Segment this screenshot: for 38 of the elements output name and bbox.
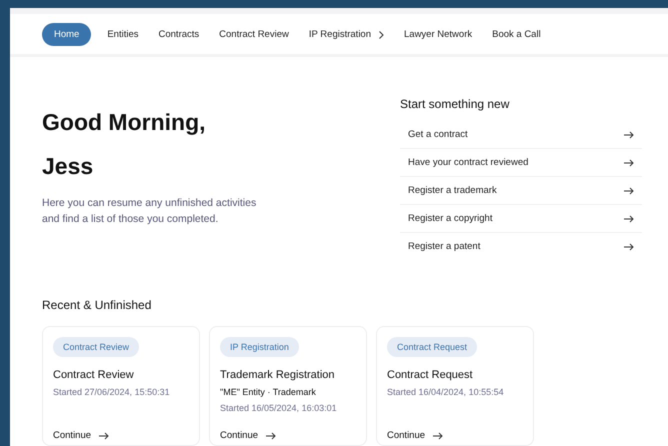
section-title: Start something new [400, 97, 510, 111]
arrow-right-icon [624, 130, 634, 138]
card-title: Trademark Registration [220, 369, 335, 381]
nav-tab[interactable]: Lawyer Network [396, 23, 480, 46]
arrow-right-icon [624, 242, 634, 250]
arrow-right-icon [624, 158, 634, 166]
section-title: Recent & Unfinished [42, 298, 152, 312]
start-option[interactable]: Register a patent [400, 233, 642, 260]
nav-tab[interactable]: Home [42, 23, 92, 46]
continue-link[interactable]: Continue [387, 426, 444, 441]
start-option[interactable]: Register a copyright [400, 205, 642, 233]
category-tag: IP Registration [220, 337, 299, 357]
intro-text: Here you can resume any unfinished activities and find a list of those you completed. [42, 196, 258, 227]
category-tag: Contract Request [387, 337, 478, 357]
nav-tab[interactable]: IP Registration [300, 23, 392, 46]
continue-link[interactable]: Continue [53, 426, 110, 441]
card-title: Contract Request [387, 369, 473, 381]
start-option[interactable]: Register a trademark [400, 177, 642, 205]
continue-link[interactable]: Continue [220, 426, 276, 441]
arrow-right-icon [433, 432, 444, 440]
category-tag: Contract Review [53, 337, 140, 357]
arrow-right-icon [624, 186, 634, 194]
start-option[interactable]: Have your contract reviewed [400, 149, 642, 177]
arrow-right-icon [266, 432, 276, 440]
card-subtitle: "ME" Entity · Trademark [220, 387, 316, 397]
nav-tab[interactable]: Contracts [150, 23, 208, 46]
start-date: Started 27/06/2024, 15:50:31 [53, 387, 170, 397]
greeting-heading: Good Morning, [42, 108, 207, 137]
nav-tab[interactable]: Contract Review [211, 23, 297, 46]
nav-tab[interactable]: Book a Call [484, 23, 549, 46]
user-name: Jess [42, 152, 94, 181]
start-option[interactable]: Get a contract [400, 121, 642, 149]
start-date: Started 16/05/2024, 16:03:01 [220, 403, 337, 413]
arrow-right-icon [624, 214, 634, 222]
start-date: Started 16/04/2024, 10:55:54 [387, 387, 504, 397]
arrow-right-icon [99, 432, 110, 440]
nav-tab[interactable]: Entities [99, 23, 146, 46]
card-title: Contract Review [53, 369, 134, 381]
